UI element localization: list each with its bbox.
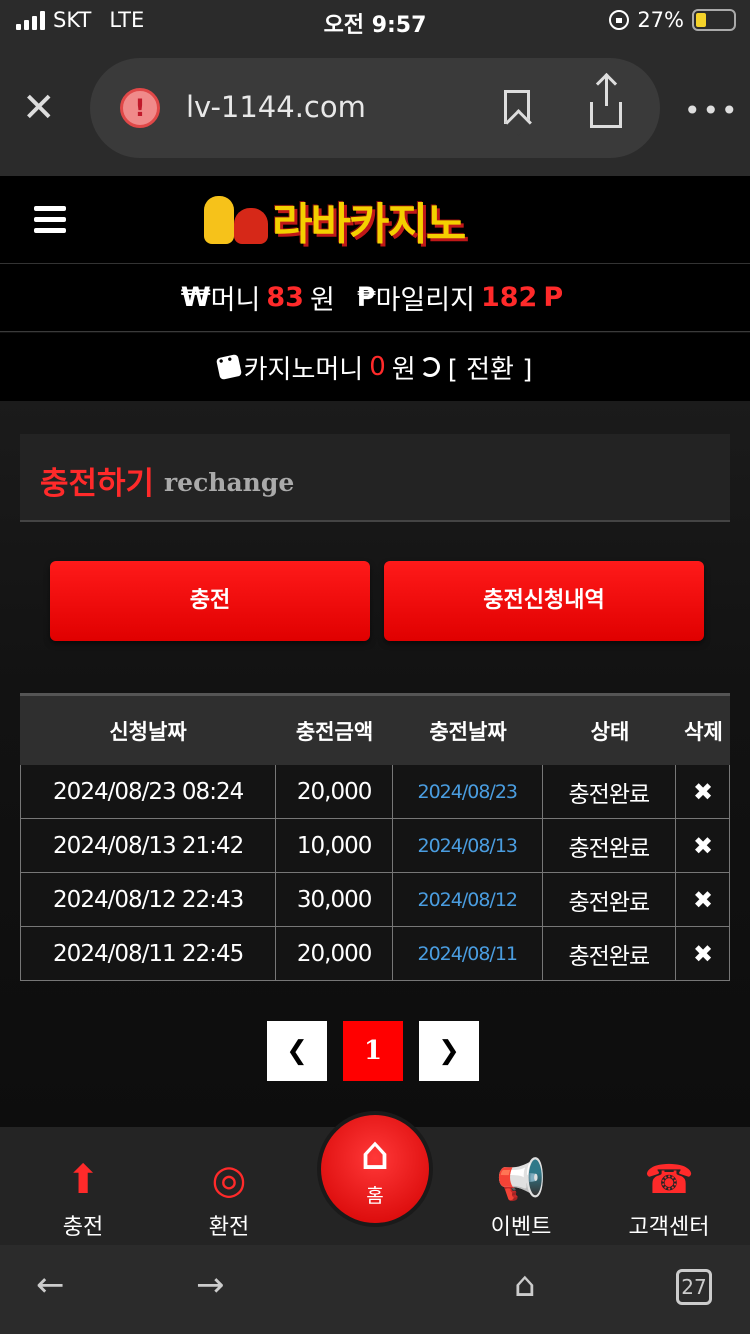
nav-home[interactable]: ⌂ 홈	[317, 1111, 433, 1227]
cell-request-date: 2024/08/11 22:45	[21, 927, 277, 980]
main-content: 충전하기 rechange 충전 충전신청내역 신청날짜 충전금액 충전날짜 상…	[0, 401, 750, 1127]
share-icon[interactable]	[590, 76, 622, 128]
table-row: 2024/08/13 21:42 10,000 2024/08/13 충전완료 …	[20, 819, 730, 873]
cell-request-date: 2024/08/13 21:42	[21, 819, 277, 872]
nav-home-label: 홈	[366, 1185, 384, 1207]
back-icon[interactable]: ←	[36, 1265, 65, 1305]
page-subtitle: rechange	[164, 468, 295, 497]
menu-icon[interactable]	[34, 206, 66, 239]
site-header: 라바카지노	[0, 176, 750, 264]
nav-event-label: 이벤트	[490, 1215, 552, 1240]
status-bar: SKT LTE 오전 9:57 27%	[0, 0, 750, 44]
col-amount: 충전금액	[295, 719, 374, 744]
convert-button[interactable]: [ 전환 ]	[448, 349, 533, 386]
cell-request-date: 2024/08/12 22:43	[21, 873, 277, 926]
money-label: 머니	[210, 285, 261, 316]
casino-money-label: 카지노머니	[243, 354, 364, 385]
dice-icon	[215, 353, 242, 381]
casino-money-value: 0	[369, 352, 386, 382]
col-charge-date: 충전날짜	[429, 719, 507, 744]
browser-toolbar: ✕ ! lv-1144.com •••	[0, 44, 750, 176]
col-request-date: 신청날짜	[109, 719, 187, 744]
megaphone-icon: 📢	[496, 1157, 546, 1203]
delete-icon[interactable]: ✖	[676, 927, 729, 980]
cell-charge-date[interactable]: 2024/08/13	[393, 819, 543, 872]
cell-charge-date[interactable]: 2024/08/11	[393, 927, 543, 980]
page-title: 충전하기	[40, 466, 155, 502]
cell-charge-date[interactable]: 2024/08/12	[393, 873, 543, 926]
battery-percent: 27%	[637, 8, 684, 32]
mascot-icon	[196, 192, 272, 248]
casino-money-unit: 원	[391, 354, 416, 385]
money-value: 83	[266, 282, 304, 313]
status-right: 27%	[609, 8, 736, 32]
close-icon[interactable]: ✕	[22, 88, 56, 128]
nav-event[interactable]: 📢 이벤트	[466, 1153, 576, 1241]
nav-charge-label: 충전	[62, 1215, 104, 1240]
charge-button[interactable]: 충전	[50, 561, 370, 641]
mileage-unit: P	[543, 282, 564, 313]
warning-icon[interactable]: !	[120, 88, 160, 128]
nav-support[interactable]: ☎ 고객센터	[614, 1153, 724, 1241]
home-icon: ⌂	[360, 1126, 390, 1180]
more-icon[interactable]: •••	[684, 94, 740, 127]
table-header: 신청날짜 충전금액 충전날짜 상태 삭제	[20, 693, 730, 765]
cell-status: 충전완료	[543, 873, 677, 926]
charge-table: 신청날짜 충전금액 충전날짜 상태 삭제 2024/08/23 08:24 20…	[20, 693, 730, 981]
nav-exchange[interactable]: ◎ 환전	[174, 1153, 284, 1241]
phone-24-icon: ☎	[644, 1157, 694, 1203]
money-unit: 원	[309, 285, 335, 316]
col-status: 상태	[590, 719, 630, 744]
bookmark-icon[interactable]	[504, 90, 530, 124]
coins-hand-icon: ◎	[211, 1157, 247, 1203]
delete-icon[interactable]: ✖	[676, 819, 729, 872]
page-title-panel: 충전하기 rechange	[20, 434, 730, 522]
cell-amount: 20,000	[276, 765, 393, 818]
refresh-icon[interactable]	[419, 357, 440, 377]
nav-support-label: 고객센터	[628, 1215, 710, 1240]
mileage-icon: ₱	[356, 282, 376, 313]
cell-request-date: 2024/08/23 08:24	[21, 765, 277, 818]
nav-charge[interactable]: ⬆ 충전	[28, 1153, 138, 1241]
cell-amount: 20,000	[276, 927, 393, 980]
pagination: ❮ 1 ❯	[267, 1021, 479, 1081]
orientation-lock-icon	[609, 10, 630, 30]
delete-icon[interactable]: ✖	[676, 765, 729, 818]
browser-bottom-toolbar: ← → ⌂ 27	[0, 1245, 750, 1334]
wallet-bar: ₩ 머니 83 원 ₱ 마일리지 182 P	[0, 264, 750, 332]
next-page-button[interactable]: ❯	[419, 1021, 479, 1081]
cell-amount: 10,000	[276, 819, 393, 872]
tabs-icon[interactable]: 27	[676, 1269, 712, 1305]
battery-icon	[692, 9, 736, 31]
charge-box-icon: ⬆	[66, 1157, 100, 1203]
col-delete: 삭제	[684, 719, 723, 744]
nav-exchange-label: 환전	[208, 1215, 250, 1240]
site-logo[interactable]: 라바카지노	[196, 188, 466, 252]
cell-status: 충전완료	[543, 765, 677, 818]
table-row: 2024/08/11 22:45 20,000 2024/08/11 충전완료 …	[20, 927, 730, 981]
mileage-value: 182	[480, 282, 538, 313]
table-row: 2024/08/12 22:43 30,000 2024/08/12 충전완료 …	[20, 873, 730, 927]
won-icon: ₩	[180, 282, 211, 313]
table-row: 2024/08/23 08:24 20,000 2024/08/23 충전완료 …	[20, 765, 730, 819]
address-bar[interactable]: ! lv-1144.com	[90, 58, 660, 158]
page-1-button[interactable]: 1	[343, 1021, 403, 1081]
mileage-label: 마일리지	[375, 285, 475, 316]
url-text[interactable]: lv-1144.com	[186, 90, 366, 124]
cell-charge-date[interactable]: 2024/08/23	[393, 765, 543, 818]
prev-page-button[interactable]: ❮	[267, 1021, 327, 1081]
bottom-nav: ⬆ 충전 ◎ 환전 ⌂ 홈 📢 이벤트 ☎ 고객센터	[0, 1111, 750, 1245]
forward-icon[interactable]: →	[196, 1265, 225, 1305]
casino-money-bar: 카지노머니 0 원 [ 전환 ]	[0, 333, 750, 401]
cell-amount: 30,000	[276, 873, 393, 926]
logo-text: 라바카지노	[272, 199, 466, 250]
cell-status: 충전완료	[543, 819, 677, 872]
home-icon[interactable]: ⌂	[514, 1265, 536, 1305]
delete-icon[interactable]: ✖	[676, 873, 729, 926]
cell-status: 충전완료	[543, 927, 677, 980]
charge-history-button[interactable]: 충전신청내역	[384, 561, 704, 641]
